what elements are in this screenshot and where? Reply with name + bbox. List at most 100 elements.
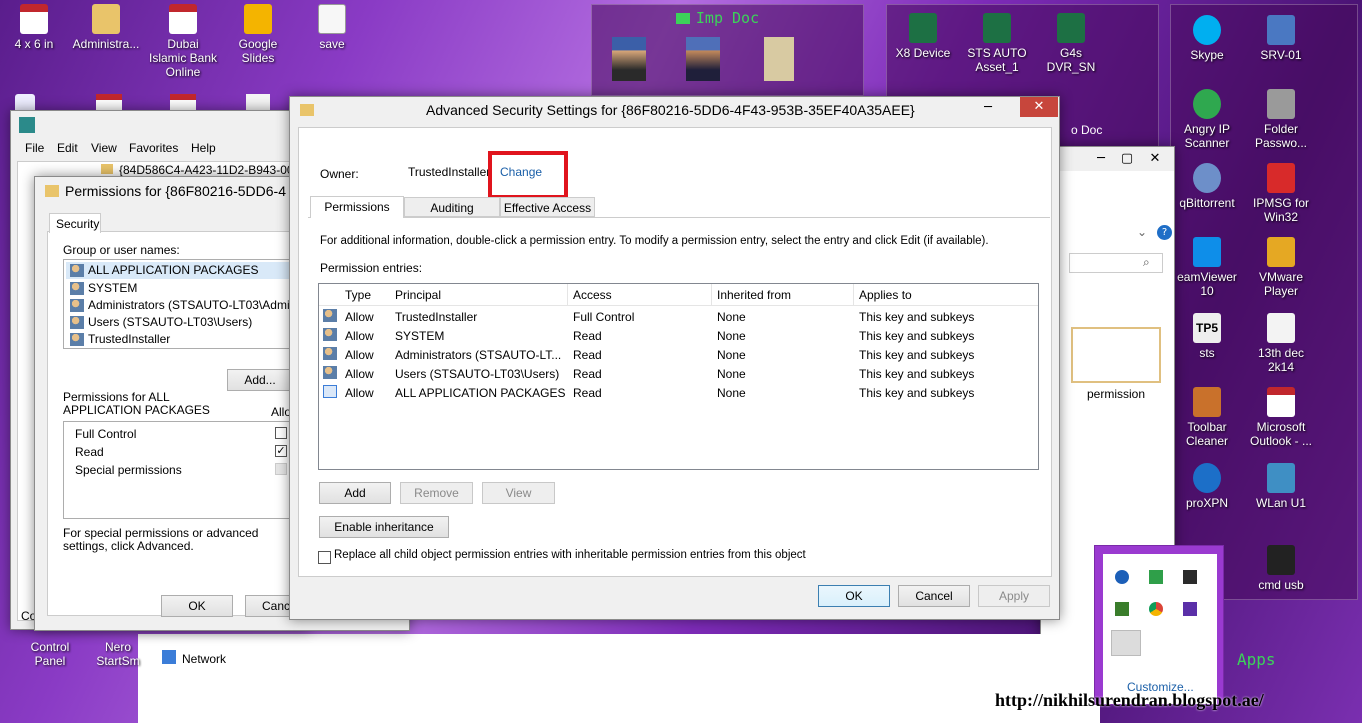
list-item[interactable]: TrustedInstaller [66, 331, 302, 347]
slides-icon [244, 4, 272, 34]
usb-icon[interactable] [1115, 602, 1129, 616]
desktop-icon-sts-auto[interactable]: STS AUTO Asset_1 [961, 13, 1033, 74]
network-label[interactable]: Network [182, 652, 226, 666]
desktop-icon-sts[interactable]: TP5 sts [1171, 313, 1243, 360]
col-inherited[interactable]: Inherited from [717, 288, 791, 302]
user-icon [323, 366, 337, 379]
cancel-button[interactable]: Cancel [898, 585, 970, 607]
regedit-menubar: File Edit View Favorites Help [11, 141, 309, 159]
view-button[interactable]: View [482, 482, 555, 504]
permission-table: Type Principal Access Inherited from App… [318, 283, 1039, 470]
desktop-icon-teamviewer[interactable]: eamViewer 10 [1171, 237, 1243, 298]
pdf-file-icon [20, 4, 48, 34]
special-checkbox[interactable] [275, 463, 287, 475]
menu-file[interactable]: File [25, 141, 44, 155]
replace-checkbox[interactable] [318, 551, 331, 564]
ok-button[interactable]: OK [818, 585, 890, 607]
desktop-icon-control-panel[interactable]: Control Panel [14, 640, 86, 668]
help-icon[interactable]: ? [1157, 225, 1172, 240]
desktop-icon-qbittorrent[interactable]: qBittorrent [1171, 163, 1243, 210]
drive-icon[interactable] [1149, 570, 1163, 584]
list-item[interactable]: Users (STSAUTO-LT03\Users) [66, 314, 302, 330]
desktop-icon-outlook[interactable]: Microsoft Outlook - ... [1245, 387, 1317, 448]
user-icon [70, 333, 84, 347]
col-applies[interactable]: Applies to [859, 288, 912, 302]
desktop-icon-angry-ip[interactable]: Angry IP Scanner [1171, 89, 1243, 150]
photo-thumb-2[interactable] [686, 37, 720, 81]
maximize-button[interactable]: ▢ [1113, 149, 1141, 169]
app-tray-icon[interactable] [1183, 602, 1197, 616]
monitor-icon[interactable] [1183, 570, 1197, 584]
computer-icon [1267, 15, 1295, 45]
add-user-button[interactable]: Add... [227, 369, 293, 391]
list-item[interactable]: SYSTEM [66, 280, 302, 296]
full-control-checkbox[interactable] [275, 427, 287, 439]
desktop-icon-wlan[interactable]: WLan U1 [1245, 463, 1317, 510]
bluetooth-icon[interactable] [1115, 570, 1129, 584]
read-checkbox[interactable]: ✓ [275, 445, 287, 457]
menu-help[interactable]: Help [191, 141, 216, 155]
desktop-icon-nero[interactable]: Nero StartSm [88, 640, 148, 668]
col-access[interactable]: Access [573, 288, 612, 302]
lock-icon [1267, 89, 1295, 119]
menu-edit[interactable]: Edit [57, 141, 78, 155]
list-item[interactable]: ALL APPLICATION PACKAGES [66, 262, 302, 279]
add-button[interactable]: Add [319, 482, 391, 504]
close-button[interactable]: ✕ [1141, 149, 1169, 169]
perm-for-label: Permissions for ALL APPLICATION PACKAGES [63, 390, 210, 417]
tree-item[interactable]: {84D586C4-A423-11D2-B943-00C [119, 163, 299, 177]
ipmsg-icon [1267, 163, 1295, 193]
package-icon [323, 385, 337, 398]
cmd-icon [1267, 545, 1295, 575]
desktop-icon-google-slides[interactable]: Google Slides [222, 4, 294, 65]
desktop-icon-13th-dec[interactable]: 13th dec 2k14 [1245, 313, 1317, 374]
tab-security[interactable]: Security [49, 213, 101, 233]
desktop-icon-vmware[interactable]: VMware Player [1245, 237, 1317, 298]
tray-app-selected-icon[interactable] [1111, 630, 1141, 656]
photo-thumb-3[interactable] [764, 37, 794, 81]
tab-permissions[interactable]: Permissions [310, 196, 404, 218]
desktop-icon-skype[interactable]: Skype [1171, 15, 1243, 62]
desktop-icon-cmd-usb[interactable]: cmd usb [1245, 545, 1317, 592]
owner-value: TrustedInstaller [408, 165, 491, 179]
minimize-button[interactable]: ─ [974, 98, 1002, 118]
chevron-down-icon[interactable]: ⌄ [1137, 225, 1147, 239]
menu-favorites[interactable]: Favorites [129, 141, 178, 155]
desktop-icon-toolbar-cleaner[interactable]: Toolbar Cleaner [1171, 387, 1243, 448]
photo-thumb-1[interactable] [612, 37, 646, 81]
apply-button[interactable]: Apply [978, 585, 1050, 607]
desktop-icon-x8-device[interactable]: X8 Device [887, 13, 959, 60]
permission-thumbnail[interactable] [1071, 327, 1161, 383]
menu-view[interactable]: View [91, 141, 117, 155]
desktop-icon-save[interactable]: save [296, 4, 368, 51]
desktop-icon-folder-password[interactable]: Folder Passwo... [1245, 89, 1317, 150]
ok-button[interactable]: OK [161, 595, 233, 617]
tab-strip-line [308, 217, 1050, 218]
desktop-icon-4x6[interactable]: 4 x 6 in [0, 4, 70, 51]
search-icon[interactable]: ⌕ [1143, 255, 1150, 270]
close-button[interactable]: ✕ [1020, 97, 1058, 117]
allow-header: Allo [271, 405, 292, 419]
desktop-icon-administrator[interactable]: Administra... [70, 4, 142, 51]
desktop-icon-dubai-islamic[interactable]: Dubai Islamic Bank Online [147, 4, 219, 79]
regedit-icon [19, 117, 35, 133]
perm-special: Special permissions [75, 463, 182, 477]
remove-button[interactable]: Remove [400, 482, 473, 504]
col-type[interactable]: Type [345, 288, 371, 302]
minimize-button[interactable]: ─ [1087, 149, 1115, 169]
tab-effective-access[interactable]: Effective Access [500, 197, 595, 217]
desktop-icon-srv01[interactable]: SRV-01 [1245, 15, 1317, 62]
folder-icon [300, 104, 314, 116]
list-item[interactable]: Administrators (STSAUTO-LT03\Administra [66, 297, 302, 313]
chrome-icon[interactable] [1149, 602, 1163, 616]
tab-auditing[interactable]: Auditing [404, 197, 500, 217]
desktop-icon-g4s-dvr[interactable]: G4s DVR_SN [1035, 13, 1107, 74]
perm-full-control: Full Control [75, 427, 137, 441]
enable-inheritance-button[interactable]: Enable inheritance [319, 516, 449, 538]
special-note: For special permissions or advanced sett… [63, 526, 259, 553]
desktop-icon-ipmsg[interactable]: IPMSG for Win32 [1245, 163, 1317, 224]
content-pane [300, 634, 1100, 723]
col-principal[interactable]: Principal [395, 288, 441, 302]
desktop-icon-proxpn[interactable]: proXPN [1171, 463, 1243, 510]
advanced-security-dialog: Advanced Security Settings for {86F80216… [289, 96, 1060, 620]
